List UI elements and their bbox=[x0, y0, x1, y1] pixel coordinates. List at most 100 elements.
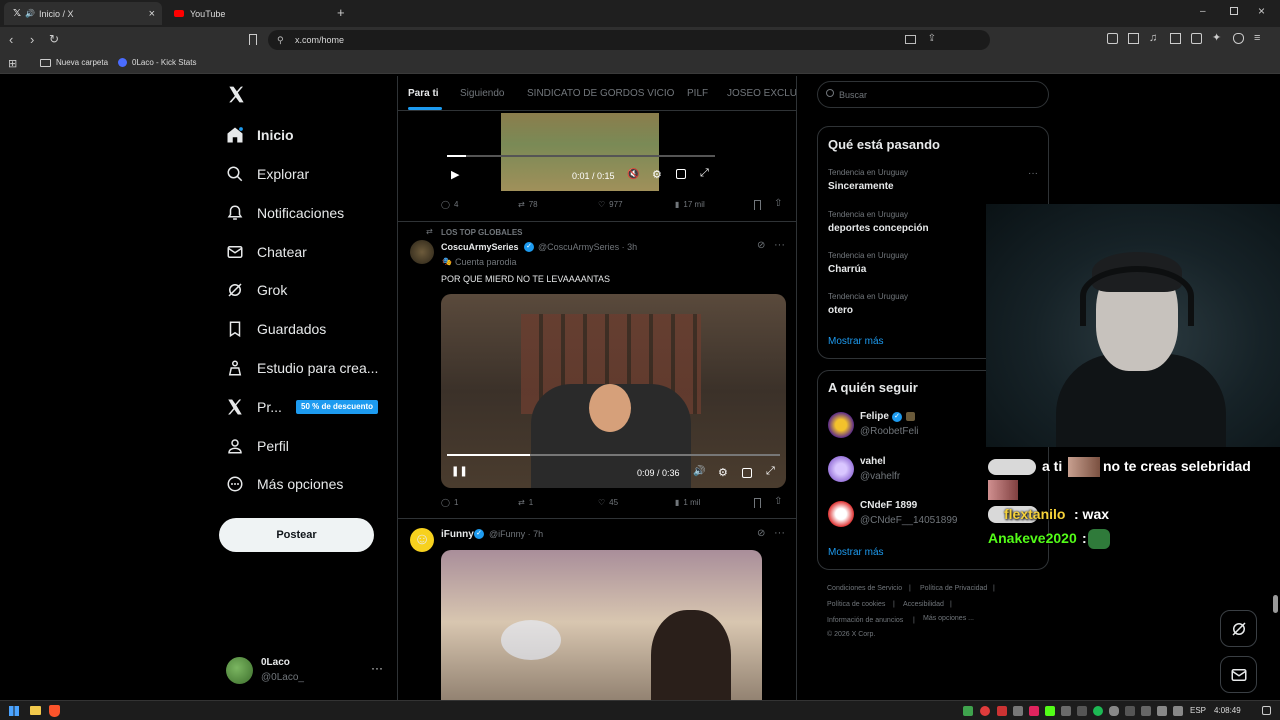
bookmark-kick-stats[interactable]: 0Laco - Kick Stats bbox=[118, 58, 196, 67]
nav-notificaciones[interactable]: Notificaciones bbox=[226, 199, 344, 227]
share-icon[interactable]: ⇧ bbox=[774, 496, 782, 507]
footer-link-more[interactable]: Más opciones ... bbox=[923, 615, 974, 622]
scrollbar-thumb[interactable] bbox=[1273, 595, 1278, 613]
reply-button[interactable]: ◯ 4 bbox=[441, 200, 458, 209]
footer-link-privacy[interactable]: Política de Privacidad bbox=[920, 585, 987, 592]
pause-icon[interactable]: ❚❚ bbox=[451, 466, 468, 477]
bookmark-page-icon[interactable] bbox=[249, 34, 257, 45]
close-tab-icon[interactable]: × bbox=[149, 8, 155, 20]
footer-link-cookies[interactable]: Política de cookies bbox=[827, 601, 885, 608]
pip-icon[interactable] bbox=[676, 169, 686, 179]
video-player[interactable]: ▶ 0:01 / 0:15 🔇 ⚙ ⤢ bbox=[441, 113, 721, 191]
post-media[interactable] bbox=[441, 550, 762, 700]
tray-icon[interactable] bbox=[997, 706, 1007, 716]
screen-icon[interactable] bbox=[905, 35, 916, 44]
fullscreen-icon[interactable]: ⤢ bbox=[766, 465, 775, 478]
tray-icon[interactable] bbox=[1045, 706, 1055, 716]
avatar[interactable] bbox=[410, 240, 434, 264]
author-handle[interactable]: @CoscuArmySeries · 3h bbox=[538, 242, 637, 252]
language-indicator[interactable]: ESP bbox=[1190, 706, 1206, 715]
reply-button[interactable]: ◯ 1 bbox=[441, 498, 458, 507]
close-window-button[interactable]: × bbox=[1258, 4, 1265, 18]
tray-icon[interactable] bbox=[963, 706, 973, 716]
tray-icon[interactable] bbox=[980, 706, 990, 716]
tray-icon[interactable] bbox=[1029, 706, 1039, 716]
tab-siguiendo[interactable]: Siguiendo bbox=[460, 88, 504, 99]
bookmark-icon[interactable] bbox=[754, 200, 761, 210]
video-progress-track[interactable] bbox=[447, 155, 715, 157]
tray-icon[interactable] bbox=[1061, 706, 1071, 716]
nav-perfil[interactable]: Perfil bbox=[226, 432, 289, 460]
address-bar[interactable]: ⚲ x.com/home ⇪ bbox=[268, 30, 990, 50]
wallet-icon[interactable] bbox=[1191, 33, 1202, 44]
like-button[interactable]: ♡ 45 bbox=[598, 498, 618, 507]
tray-icon[interactable] bbox=[1125, 706, 1135, 716]
like-button[interactable]: ♡ 977 bbox=[598, 200, 623, 209]
views-button[interactable]: ▮ 17 mil bbox=[675, 200, 705, 209]
show-more-trends-link[interactable]: Mostrar más bbox=[828, 336, 884, 347]
settings-icon[interactable]: ⚙ bbox=[652, 168, 662, 181]
reload-icon[interactable]: ↻ bbox=[49, 32, 59, 46]
tray-icon[interactable] bbox=[1013, 706, 1023, 716]
tab-youtube[interactable]: YouTube bbox=[165, 2, 325, 25]
play-icon[interactable]: ▶ bbox=[451, 168, 459, 181]
post-button[interactable]: Postear bbox=[219, 518, 374, 552]
messages-fab-button[interactable] bbox=[1220, 656, 1257, 693]
minimize-button[interactable]: – bbox=[1200, 6, 1206, 17]
show-more-follow-link[interactable]: Mostrar más bbox=[828, 547, 884, 558]
nav-grok[interactable]: Grok bbox=[226, 276, 287, 304]
tray-icon[interactable] bbox=[1141, 706, 1151, 716]
bookmark-nueva-carpeta[interactable]: Nueva carpeta bbox=[40, 58, 108, 67]
brave-taskbar-icon[interactable] bbox=[49, 705, 60, 717]
clock[interactable]: 4:08:49 bbox=[1214, 706, 1241, 715]
repost-button[interactable]: ⇄ 78 bbox=[518, 200, 538, 209]
tab-inicio-x[interactable]: 𝕏 🔊 Inicio / X × bbox=[4, 2, 162, 25]
site-info-icon[interactable]: ⚲ bbox=[277, 35, 284, 46]
video-player[interactable]: ❚❚ 0:09 / 0:36 🔊 ⚙ ⤢ bbox=[441, 294, 786, 488]
nav-estudio[interactable]: Estudio para crea... bbox=[226, 354, 378, 382]
mute-icon[interactable]: 🔇 bbox=[627, 169, 639, 180]
nav-premium[interactable]: Pr... bbox=[226, 393, 282, 421]
author-name[interactable]: iFunny bbox=[441, 529, 474, 540]
tab-para-ti[interactable]: Para ti bbox=[408, 88, 439, 99]
tab-list-joseo[interactable]: JOSEO EXCLUSI bbox=[727, 88, 796, 99]
share-icon[interactable]: ⇪ bbox=[928, 33, 936, 44]
x-logo-icon[interactable] bbox=[227, 85, 246, 104]
more-icon[interactable]: ··· bbox=[774, 527, 785, 539]
author-handle[interactable]: @iFunny · 7h bbox=[489, 529, 543, 539]
video-progress-track[interactable] bbox=[447, 454, 780, 456]
nav-chatear[interactable]: Chatear bbox=[226, 238, 307, 266]
reader-icon[interactable] bbox=[1128, 33, 1139, 44]
tray-icon[interactable] bbox=[1077, 706, 1087, 716]
bookmark-icon[interactable] bbox=[754, 498, 761, 508]
volume-icon[interactable] bbox=[1173, 706, 1183, 716]
post-card[interactable]: ⇄ LOS TOP GLOBALES CoscuArmySeries ✓ @Co… bbox=[398, 222, 796, 518]
notifications-icon[interactable] bbox=[1262, 706, 1271, 715]
share-icon[interactable]: ⇧ bbox=[774, 198, 782, 209]
nav-explorar[interactable]: Explorar bbox=[226, 160, 309, 188]
fullscreen-icon[interactable]: ⤢ bbox=[700, 167, 709, 180]
sidebar-icon[interactable] bbox=[1170, 33, 1181, 44]
nav-guardados[interactable]: Guardados bbox=[226, 315, 326, 343]
footer-link-accessibility[interactable]: Accesibilidad bbox=[903, 601, 944, 608]
grok-icon[interactable]: ⊘ bbox=[757, 528, 765, 539]
nav-inicio[interactable]: Inicio bbox=[226, 121, 294, 149]
account-switcher[interactable]: 0Laco @0Laco_ ··· bbox=[226, 656, 384, 686]
repost-button[interactable]: ⇄ 1 bbox=[518, 498, 533, 507]
more-icon[interactable]: ··· bbox=[774, 239, 785, 251]
microphone-icon[interactable] bbox=[1109, 706, 1119, 716]
post-card[interactable]: ☺ iFunny ✓ @iFunny · 7h ⊘ ··· bbox=[398, 519, 796, 700]
tab-list-pilf[interactable]: PILF bbox=[687, 88, 708, 99]
windows-start-icon[interactable] bbox=[9, 706, 19, 716]
author-name[interactable]: CoscuArmySeries bbox=[441, 242, 519, 252]
music-icon[interactable]: ♫ bbox=[1149, 33, 1160, 44]
grok-fab-button[interactable] bbox=[1220, 610, 1257, 647]
volume-icon[interactable]: 🔊 bbox=[693, 466, 705, 477]
extensions-icon[interactable] bbox=[1107, 33, 1118, 44]
grok-icon[interactable]: ⊘ bbox=[757, 240, 765, 251]
tab-list-sindicato[interactable]: SINDICATO DE GORDOS VICIO bbox=[527, 88, 674, 99]
apps-grid-icon[interactable]: ⊞ bbox=[8, 57, 17, 70]
pip-icon[interactable] bbox=[742, 468, 752, 478]
vpn-icon[interactable] bbox=[1233, 33, 1244, 44]
more-icon[interactable]: ··· bbox=[1028, 168, 1038, 179]
